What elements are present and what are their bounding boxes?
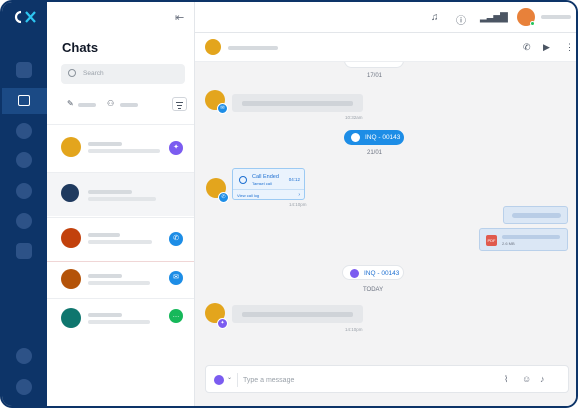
chat-list-item[interactable]: ✆	[47, 217, 194, 261]
top-bar: ♫ ⓘ ▂▃▅▇	[195, 2, 576, 33]
avatar	[61, 228, 81, 248]
contact-name	[88, 190, 132, 194]
messenger-icon: ✦	[169, 141, 183, 155]
chevron-down-icon[interactable]: ⌄	[227, 374, 232, 381]
video-call-icon[interactable]: ▶	[543, 42, 550, 53]
search-placeholder: Search	[83, 70, 104, 77]
pdf-attachment[interactable]: PDF 2.6 MB	[479, 228, 568, 251]
message-composer: ⌄ ⌇ ☺ ♪	[205, 365, 569, 393]
settings-icon[interactable]	[16, 379, 32, 395]
info-icon[interactable]: ⓘ	[456, 12, 466, 27]
message-timestamp: 14:10pm	[289, 202, 307, 207]
incoming-message	[232, 94, 363, 112]
email-icon: ✉	[169, 271, 183, 285]
inquiry-pill[interactable]: INQ - 00143	[342, 265, 404, 280]
inquiry-label: INQ - 00143	[365, 134, 401, 141]
search-icon	[68, 69, 76, 77]
dashboard-icon[interactable]	[16, 62, 32, 78]
more-options-icon[interactable]: ⋮	[565, 42, 574, 53]
conversation-header: ✆ ▶ ⋮	[195, 33, 576, 62]
assign-user-icon[interactable]: ⚇	[107, 99, 114, 108]
last-message-preview	[88, 281, 150, 285]
outgoing-message	[503, 206, 568, 224]
cx-logo	[14, 10, 36, 24]
call-log-card[interactable]: Call Ended Tamsel call 04:12 View call l…	[232, 168, 305, 200]
call-title: Call Ended	[252, 174, 279, 180]
campaign-icon[interactable]	[16, 183, 32, 199]
app-window: ⇤ Chats Search ✎ ⚇ ✦ ✆ ✉ … ♫ ⓘ ▂▃▅▇ ✆ ▶ …	[0, 0, 578, 408]
emoji-icon[interactable]: ☺	[522, 374, 531, 384]
message-timestamp: 10:32am	[345, 115, 363, 120]
call-subtitle: Tamsel call	[252, 181, 272, 186]
messenger-icon: ✦	[217, 318, 228, 329]
contacts-icon[interactable]	[16, 123, 32, 139]
pdf-file-icon: PDF	[486, 235, 497, 246]
avatar	[61, 137, 81, 157]
user-name	[541, 15, 571, 19]
conversation-pill[interactable]	[344, 62, 404, 68]
phone-icon: ✆	[169, 232, 183, 246]
attachment-icon[interactable]: ⌇	[504, 374, 508, 385]
collapse-panel-icon[interactable]: ⇤	[175, 11, 184, 24]
filter-button[interactable]	[172, 97, 187, 111]
composer-area: ⌄ ⌇ ☺ ♪	[195, 356, 576, 406]
avatar	[61, 269, 81, 289]
date-divider: TODAY	[363, 287, 384, 293]
phone-icon	[351, 133, 360, 142]
last-message-preview	[88, 197, 156, 201]
chat-list-title: Chats	[62, 40, 99, 55]
compose-label	[78, 103, 96, 107]
assign-label	[120, 103, 138, 107]
line-app-icon: …	[169, 309, 183, 323]
messenger-icon	[350, 269, 359, 278]
phone-icon: ✆	[218, 192, 229, 203]
call-duration: 04:12	[288, 177, 300, 182]
compose-icon[interactable]: ✎	[67, 99, 74, 108]
contact-name	[88, 233, 120, 237]
date-divider: 17/01	[367, 73, 383, 79]
date-divider: 21/01	[367, 150, 383, 156]
messenger-channel-icon[interactable]	[214, 375, 224, 385]
integrations-icon[interactable]	[16, 213, 32, 229]
nav-rail	[2, 2, 47, 406]
chat-list-item[interactable]: …	[47, 298, 194, 342]
chevron-right-icon: ›	[298, 192, 300, 198]
last-message-preview	[88, 240, 152, 244]
email-icon: ✉	[217, 103, 228, 114]
contact-avatar	[205, 39, 221, 55]
message-timestamp: 14:10pm	[345, 327, 363, 332]
chat-bubble-icon	[18, 95, 30, 106]
chat-list-panel: ⇤ Chats Search ✎ ⚇ ✦ ✆ ✉ …	[47, 2, 195, 406]
contact-name	[228, 46, 278, 50]
help-icon[interactable]	[16, 348, 32, 364]
inquiry-label: INQ - 00143	[364, 270, 400, 277]
search-input[interactable]: Search	[61, 64, 185, 84]
message-input[interactable]	[243, 372, 483, 388]
message-thread: 17/01 ✉ 10:32am INQ - 00143 21/01 ✆ Call…	[195, 62, 576, 356]
call-icon[interactable]: ✆	[523, 42, 531, 53]
contact-name	[88, 274, 122, 278]
view-call-log-link[interactable]: View call log	[237, 193, 259, 198]
online-status-dot	[530, 21, 535, 26]
last-message-preview	[88, 149, 160, 153]
nav-chats-item[interactable]	[2, 88, 47, 114]
contact-name	[88, 313, 122, 317]
bot-avatar-icon	[61, 184, 79, 202]
reports-icon[interactable]	[16, 243, 32, 259]
last-message-preview	[88, 320, 150, 324]
headset-icon[interactable]: ♫	[431, 12, 439, 23]
signal-icon: ▂▃▅▇	[480, 12, 508, 23]
microphone-icon[interactable]: ♪	[540, 374, 545, 384]
contact-name	[88, 142, 122, 146]
analytics-icon[interactable]	[16, 152, 32, 168]
pdf-size: 2.6 MB	[502, 241, 515, 246]
incoming-message	[232, 305, 363, 323]
avatar	[61, 308, 81, 328]
chat-list-item[interactable]: ✦	[47, 124, 194, 168]
chat-list-item[interactable]	[47, 172, 194, 216]
phone-icon	[239, 176, 247, 184]
inquiry-pill[interactable]: INQ - 00143	[344, 130, 404, 145]
